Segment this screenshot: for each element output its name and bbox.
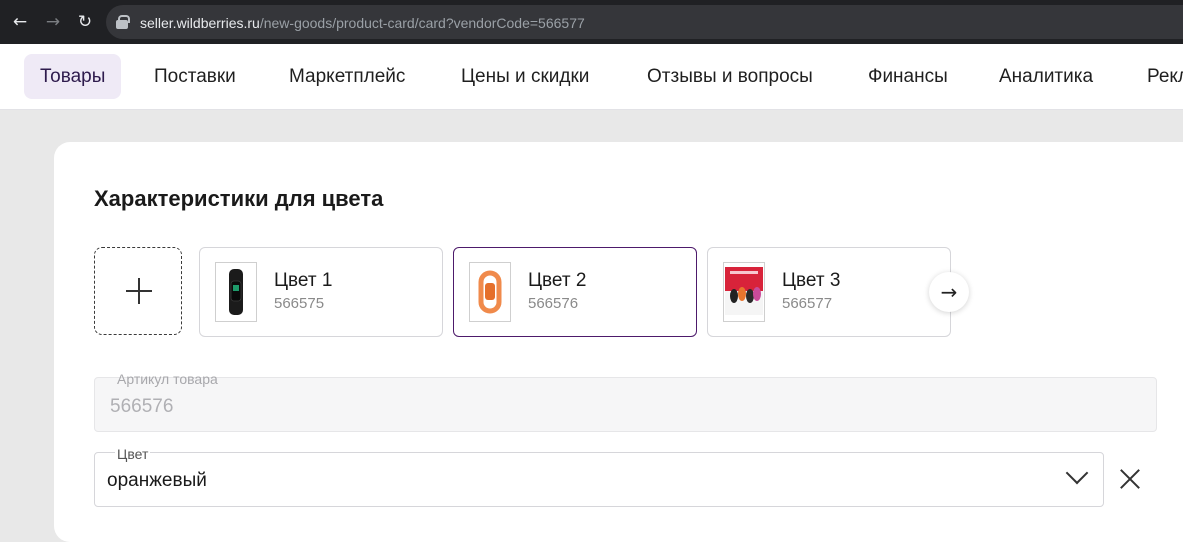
nav-item-supplies[interactable]: Поставки (154, 54, 236, 99)
color-code: 566575 (274, 295, 325, 312)
orange-band-image (478, 270, 502, 314)
color-select[interactable]: Цвет оранжевый (94, 446, 1104, 507)
black-band-image (229, 269, 243, 315)
color-label: Цвет (115, 446, 151, 462)
color-thumbnail (215, 262, 257, 322)
color-name: Цвет 3 (782, 270, 841, 291)
arrow-right-icon: → (940, 280, 958, 304)
nav-item-reviews[interactable]: Отзывы и вопросы (647, 54, 813, 99)
section-title: Характеристики для цвета (94, 186, 384, 211)
nav-item-analytics[interactable]: Аналитика (999, 54, 1093, 99)
nav-item-prices[interactable]: Цены и скидки (461, 54, 589, 99)
add-color-button[interactable] (94, 247, 182, 335)
next-arrow-button[interactable]: → (929, 272, 969, 312)
color-code: 566577 (782, 295, 833, 312)
color-thumbnail (723, 262, 765, 322)
color-card-2[interactable]: Цвет 2 566576 (453, 247, 697, 337)
nav-item-products[interactable]: Товары (24, 54, 122, 99)
url-path: /new-goods/product-card/card?vendorCode=… (259, 15, 585, 31)
close-icon[interactable] (1117, 466, 1143, 492)
url-host: seller.wildberries.ru (140, 15, 260, 31)
article-label: Артикул товара (117, 371, 218, 387)
color-code: 566576 (528, 295, 579, 312)
nav-item-marketplace[interactable]: Маркетплейс (289, 54, 405, 99)
chevron-down-icon[interactable] (1065, 461, 1089, 485)
color-card-3[interactable]: Цвет 3 566577 (707, 247, 951, 337)
lock-icon-body (116, 20, 128, 29)
reload-icon[interactable]: ↻ (76, 13, 94, 31)
color-card-1[interactable]: Цвет 1 566575 (199, 247, 443, 337)
color-name: Цвет 2 (528, 270, 587, 291)
article-value: 566576 (110, 396, 174, 417)
article-field: Артикул товара 566576 (94, 371, 1157, 432)
top-navigation: Товары Поставки Маркетплейс Цены и скидк… (0, 44, 1183, 110)
plus-icon-vertical (138, 278, 140, 304)
browser-toolbar: ← → ↻ seller.wildberries.ru/new-goods/pr… (0, 0, 1183, 44)
url-text[interactable]: seller.wildberries.ru/new-goods/product-… (140, 15, 585, 31)
forward-icon[interactable]: → (44, 13, 62, 31)
color-value: оранжевый (107, 470, 207, 491)
color-name: Цвет 1 (274, 270, 333, 291)
color-thumbnail (469, 262, 511, 322)
nav-item-finance[interactable]: Финансы (868, 54, 948, 99)
nav-item-ads[interactable]: Рекл (1147, 54, 1183, 99)
band-collage-image (725, 267, 763, 315)
back-icon[interactable]: ← (11, 13, 29, 31)
